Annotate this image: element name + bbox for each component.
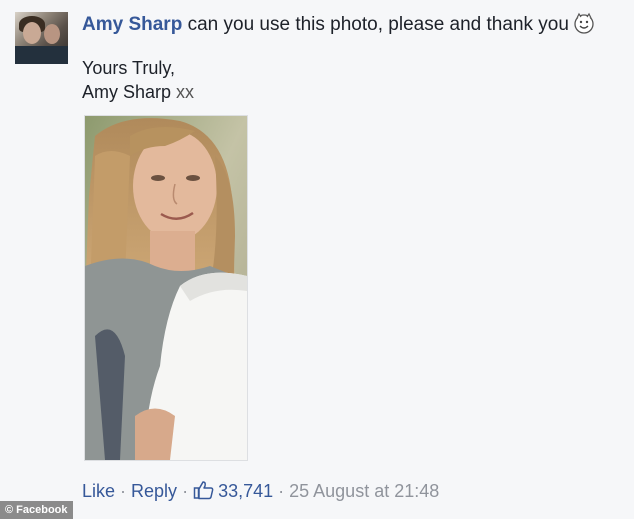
like-count: 33,741 xyxy=(218,481,274,501)
action-separator: · xyxy=(182,481,189,501)
comment-signoff: Yours Truly, Amy Sharp xx xyxy=(82,56,194,104)
attached-photo[interactable] xyxy=(84,115,248,461)
author-name-link[interactable]: Amy Sharp xyxy=(82,14,182,35)
thumbs-up-icon xyxy=(193,481,214,500)
like-count-link[interactable]: 33,741 xyxy=(193,481,273,501)
signoff-line: Yours Truly, xyxy=(82,58,176,78)
signoff-suffix: xx xyxy=(171,82,195,102)
source-watermark: © Facebook xyxy=(0,501,73,519)
action-separator: · xyxy=(278,481,285,501)
comment-body: can you use this photo, please and thank… xyxy=(182,14,569,35)
comment-timestamp[interactable]: 25 August at 21:48 xyxy=(289,481,439,501)
avatar-face xyxy=(23,22,41,44)
like-link[interactable]: Like xyxy=(82,481,115,501)
avatar-shirt xyxy=(15,46,68,64)
signoff-name: Amy Sharp xyxy=(82,82,172,102)
comment-actions: Like · Reply · 33,741 · 25 August at 21:48 xyxy=(82,480,439,502)
photo-image xyxy=(85,116,247,460)
action-separator: · xyxy=(120,481,127,501)
signoff-name-line: Amy Sharp xx xyxy=(82,80,194,104)
avatar[interactable] xyxy=(15,12,68,64)
smiling-emoticon-icon xyxy=(574,12,594,34)
avatar-face-second xyxy=(44,24,60,44)
comment-text: Amy Sharp can you use this photo, please… xyxy=(82,12,595,37)
reply-link[interactable]: Reply xyxy=(131,481,177,501)
